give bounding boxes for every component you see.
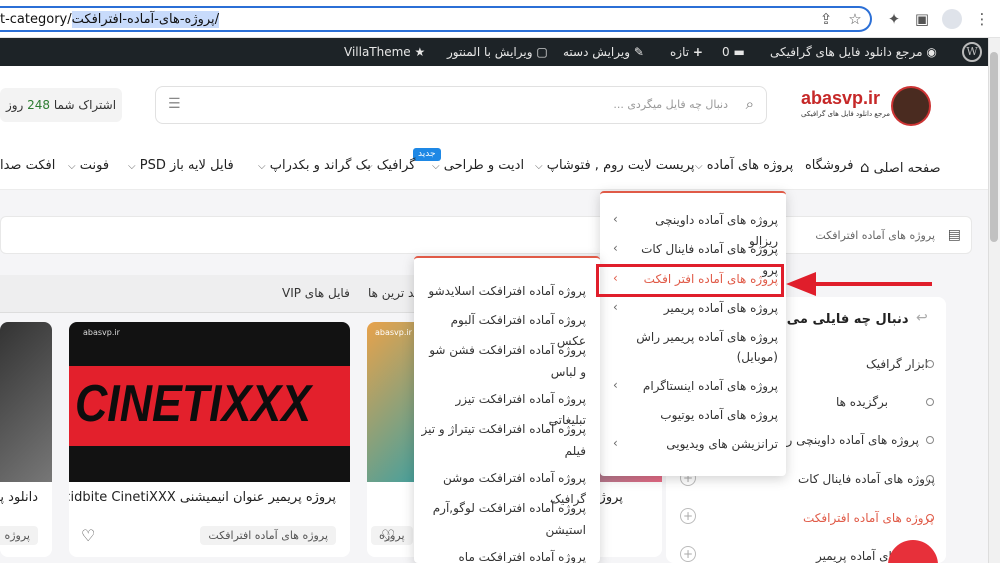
url-text[interactable]: t-category/پروژه-های-آماده-افترافکت/ — [0, 11, 220, 28]
logo-text: abasvp.ir — [801, 88, 881, 108]
sidebar-item-aftereffects[interactable]: پروژه های آماده افترافکت — [803, 511, 934, 525]
nav-shop[interactable]: فروشگاه — [805, 158, 854, 173]
back-arrow-icon[interactable]: ↩ — [916, 310, 928, 326]
sidebar-item-featured[interactable]: برگزیده ها — [836, 395, 888, 409]
subscription-status[interactable]: اشتراک شما 248 روز — [0, 88, 122, 122]
comment-icon: ▬ — [733, 45, 745, 59]
heart-icon[interactable]: ♡ — [81, 526, 95, 545]
star-icon[interactable]: ☆ — [845, 9, 865, 29]
submenu-item-slideshow[interactable]: پروژه آماده افترافکت اسلایدشو — [420, 281, 586, 302]
dropdown-item-youtube[interactable]: پروژه های آماده یوتیوب — [630, 405, 778, 426]
sidepanel-icon[interactable]: ▣ — [912, 9, 932, 29]
nav-sound[interactable]: افکت صدا — [0, 158, 55, 173]
card-image[interactable] — [0, 322, 52, 482]
dropdown-item-transitions[interactable]: ترانزیشن های ویدیویی — [630, 434, 778, 455]
nav-font[interactable]: فونت ⌵ — [68, 158, 109, 173]
dropdown-item-premiere-rush[interactable]: پروژه های آماده پریمیر راش (موبایل) — [630, 327, 778, 367]
chevron-down-icon: ⌵ — [68, 161, 76, 172]
plus-icon: + — [692, 45, 703, 59]
annotation-arrow — [786, 272, 932, 296]
nav-ready-projects[interactable]: پروژه های آماده ⌵ — [695, 158, 793, 173]
product-card[interactable]: دانلود پر پروژه — [0, 322, 52, 557]
elementor-icon: ▢ — [536, 45, 548, 59]
pencil-icon: ✎ — [633, 45, 644, 59]
dropdown-item-premiere[interactable]: پروژه های آماده پریمیر — [630, 298, 778, 319]
chevron-down-icon: ⌵ — [695, 161, 703, 172]
image-title: CINETIXXX — [75, 375, 312, 433]
submenu-item-logo[interactable]: پروژه آماده افترافکت لوگو,آرم استیشن — [420, 497, 586, 541]
submenu-item-fashion[interactable]: پروژه آماده افترافکت فشن شو و لباس — [420, 339, 586, 383]
breadcrumb-label[interactable]: پروژه های آماده افترافکت — [815, 229, 935, 242]
circle-icon — [926, 514, 934, 522]
highlight-box — [596, 264, 784, 297]
map-icon: ▤ — [947, 227, 961, 243]
card-title[interactable]: پروژه پریمیر عنوان انیمیشنی Acidbite Cin… — [69, 490, 336, 505]
chevron-down-icon: ⌵ — [258, 161, 266, 172]
admin-site-link[interactable]: مرجع دانلود فایل های گرافیکی ◉ — [770, 38, 937, 66]
palette-icon: ◉ — [926, 45, 937, 59]
chevron-left-icon: ‹ — [613, 212, 618, 226]
star-icon: ★ — [414, 45, 426, 59]
tab-vip[interactable]: فایل های VIP — [282, 286, 350, 300]
nav-edit-design[interactable]: ادیت و طراحی ⌵ — [432, 158, 524, 173]
site-logo[interactable]: abasvp.ir مرجع دانلود فایل های گرافیکی — [797, 84, 935, 128]
more-icon[interactable]: ⋮ — [972, 9, 992, 29]
nav-home[interactable]: صفحه اصلی ⌂ — [860, 158, 941, 176]
nav-presets[interactable]: پریست لایت روم , فتوشاپ ⌵ — [535, 158, 695, 173]
admin-new[interactable]: تازه + — [670, 38, 703, 66]
card-title[interactable]: دانلود پر — [0, 490, 38, 505]
sidebar-item-finalcut[interactable]: پروژه های آماده فاینال کات — [798, 472, 935, 486]
circle-icon — [926, 475, 934, 483]
heart-icon[interactable]: ♡ — [381, 526, 395, 545]
product-card[interactable]: abasvp.ir CINETIXXX پروژه پریمیر عنوان ا… — [69, 322, 350, 557]
circle-icon — [926, 360, 934, 368]
admin-comments[interactable]: 0 ▬ — [722, 38, 745, 66]
extension-icon[interactable]: ✦ — [884, 9, 904, 29]
home-icon: ⌂ — [860, 158, 870, 176]
nav-graphic[interactable]: گرافیک ⌵ — [365, 158, 415, 173]
dropdown-item-instagram[interactable]: پروژه های آماده اینستاگرام — [630, 376, 778, 397]
admin-edit-elementor[interactable]: ویرایش با المنتور ▢ — [447, 38, 548, 66]
card-tag[interactable]: پروژه های آماده افترافکت — [200, 526, 336, 545]
chevron-left-icon: ‹ — [613, 300, 618, 314]
expand-icon[interactable]: + — [680, 546, 696, 562]
share-icon[interactable]: ⇪ — [816, 9, 836, 29]
search-box[interactable]: ⌕ دنبال چه فایل میگردی ... ☰ — [155, 86, 767, 124]
expand-icon[interactable]: + — [680, 508, 696, 524]
breadcrumb: ▤ پروژه های آماده افترافکت — [0, 216, 972, 254]
scrollbar-thumb[interactable] — [990, 52, 998, 242]
chevron-left-icon: ‹ — [613, 436, 618, 450]
sidebar-item-davinci[interactable]: پروژه های آماده داوینچی ریزالو — [786, 433, 919, 447]
card-image[interactable]: abasvp.ir CINETIXXX — [69, 322, 350, 482]
admin-edit-category[interactable]: ویرایش دسته ✎ — [563, 38, 644, 66]
watermark: abasvp.ir — [83, 328, 120, 337]
nav-backgrounds[interactable]: بک گراند و بکدراپ ⌵ — [258, 158, 371, 173]
profile-icon[interactable] — [942, 9, 962, 29]
chevron-left-icon: ‹ — [613, 241, 618, 255]
submenu-item-title-sequence[interactable]: پروژه آماده افترافکت تیتراژ و تیز فیلم — [420, 418, 586, 462]
search-placeholder[interactable]: دنبال چه فایل میگردی ... — [613, 98, 728, 111]
chevron-left-icon: ‹ — [613, 378, 618, 392]
sidebar-item-graphic-tools[interactable]: ابزار گرافیک — [866, 357, 928, 371]
wordpress-icon[interactable]: W — [962, 42, 982, 62]
chevron-down-icon: ⌵ — [128, 161, 136, 172]
chevron-down-icon: ⌵ — [432, 161, 440, 172]
circle-icon — [926, 436, 934, 444]
watermark: abasvp.ir — [375, 328, 412, 337]
new-badge: جدید — [413, 148, 441, 161]
circle-icon — [926, 398, 934, 406]
submenu-item-ramadan[interactable]: پروژه آماده افترافکت ماه رمضان — [420, 547, 587, 563]
admin-theme[interactable]: VillaTheme ★ — [344, 38, 425, 66]
logo-subtitle: مرجع دانلود فایل های گرافیکی — [801, 110, 890, 118]
filter-icon[interactable]: ☰ — [168, 96, 181, 112]
card-tag[interactable]: پروژه — [0, 526, 38, 545]
logo-avatar — [891, 86, 931, 126]
address-bar[interactable]: t-category/پروژه-های-آماده-افترافکت/ — [0, 6, 872, 32]
chevron-down-icon: ⌵ — [535, 161, 543, 172]
nav-psd[interactable]: فایل لایه باز PSD ⌵ — [128, 158, 234, 173]
search-icon[interactable]: ⌕ — [746, 95, 754, 113]
